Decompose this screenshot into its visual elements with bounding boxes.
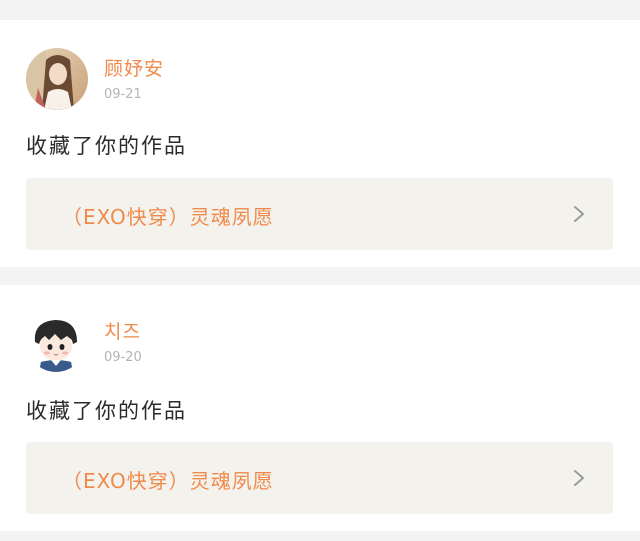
action-text: 收藏了你的作品 [26, 134, 187, 158]
notification-card: 顾妤安 09-21 收藏了你的作品 （EXO快穿）灵魂夙愿 [0, 20, 640, 267]
username[interactable]: 치즈 [104, 317, 141, 344]
avatar[interactable] [26, 48, 88, 110]
work-link[interactable]: （EXO快穿）灵魂夙愿 [26, 178, 613, 250]
work-title: （EXO快穿）灵魂夙愿 [62, 205, 274, 229]
action-text: 收藏了你的作品 [26, 399, 187, 423]
timestamp: 09-20 [104, 350, 142, 365]
avatar-photo-icon [26, 48, 88, 110]
chevron-right-icon [574, 470, 584, 486]
top-spacer [0, 0, 640, 20]
chevron-right-icon [574, 206, 584, 222]
work-link[interactable]: （EXO快穿）灵魂夙愿 [26, 442, 613, 514]
username[interactable]: 顾妤安 [104, 54, 164, 81]
avatar[interactable] [27, 314, 85, 372]
notification-card: 치즈 09-20 收藏了你的作品 （EXO快穿）灵魂夙愿 [0, 285, 640, 531]
avatar-cartoon-icon [27, 314, 85, 372]
work-title: （EXO快穿）灵魂夙愿 [62, 469, 274, 493]
timestamp: 09-21 [104, 87, 142, 102]
